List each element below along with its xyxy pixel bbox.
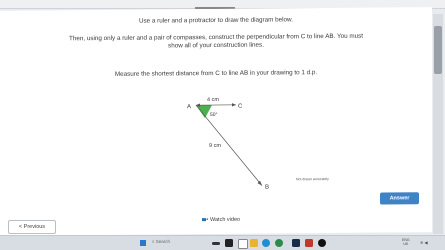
app-white-icon[interactable] [238,239,248,249]
tray-icons[interactable]: ≋ ◀ [420,240,428,245]
answer-button[interactable]: Answer [380,192,419,204]
label-ac: 4 cm [207,97,219,103]
question-line-1: Use a ruler and a protractor to draw the… [0,15,432,26]
triangle-diagram: A C B 4 cm 50° 9 cm [165,94,285,205]
file-explorer-icon[interactable] [250,239,258,247]
taskview-icon[interactable] [212,242,220,245]
watch-video-button[interactable]: Watch video [202,215,260,225]
app-dark-icon[interactable] [225,239,233,247]
point-b-label: B [265,185,269,191]
arrow-ac-right [232,103,236,106]
edge-browser-icon[interactable] [262,239,270,247]
video-icon [202,218,206,221]
line-ab [196,105,262,187]
language-indicator[interactable]: ENG UK [402,238,410,246]
windows-start-icon[interactable] [140,240,146,246]
not-drawn-note: Not drawn accurately [296,177,329,181]
scrollbar-thumb[interactable] [434,26,442,74]
app-red-icon[interactable] [305,239,313,247]
label-ab: 9 cm [209,143,221,149]
taskbar-search-label: Search [156,239,170,244]
previous-button[interactable]: < Previous [8,220,56,234]
tray-region: UK [402,242,410,246]
point-c-label: C [238,104,243,110]
wifi-icon[interactable]: ≋ [420,240,423,245]
taskbar-search[interactable]: ⌕ Search [152,239,170,244]
taskbar: ⌕ Search ENG UK ≋ ◀ [0,235,445,250]
app-black-icon[interactable] [318,239,326,247]
question-page: Use a ruler and a protractor to draw the… [0,7,432,236]
question-line-4: Measure the shortest distance from C to … [0,68,432,79]
watch-video-label: Watch video [210,216,240,222]
volume-icon[interactable]: ◀ [424,240,427,245]
point-a-label: A [187,104,191,110]
diagram-svg: A C B 4 cm 50° 9 cm [165,94,285,205]
label-angle: 50° [210,112,218,118]
chrome-icon[interactable] [275,239,283,247]
app-dark2-icon[interactable] [292,239,300,247]
